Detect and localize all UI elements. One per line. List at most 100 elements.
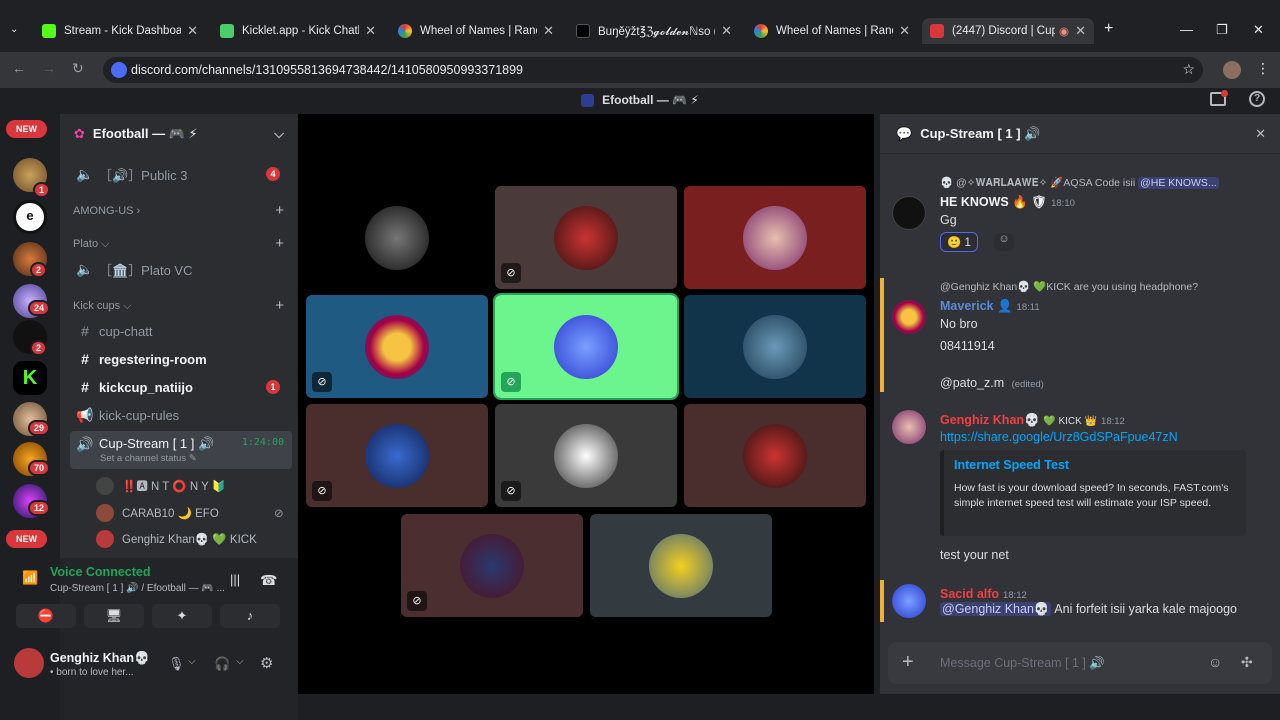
reload-icon[interactable]: ↻ bbox=[72, 60, 84, 77]
browser-tab-wheel-2[interactable]: Wheel of Names | Random✕ bbox=[746, 18, 918, 44]
participant-tile[interactable]: ⊘ bbox=[306, 295, 488, 398]
close-tab-icon[interactable]: ✕ bbox=[721, 23, 732, 39]
category-kick-cups[interactable]: Kick cups ⌵ bbox=[73, 300, 131, 313]
channel-cup-chatt[interactable]: # cup-chatt bbox=[70, 318, 292, 344]
reply-preview[interactable]: 💀 @✧𝐖𝐀𝐑𝐋𝐀𝐀𝐖𝐄✧ 🚀AQSA Code isii @HE KNOWS.… bbox=[940, 176, 1219, 190]
message[interactable]: Genghiz Khan💀 💚 KICK 👑 18:12 https://shar… bbox=[880, 410, 1280, 570]
participant-tile-speaking[interactable]: ⊘ bbox=[493, 293, 679, 400]
message-author[interactable]: HE KNOWS 🔥 🛡 bbox=[940, 195, 1047, 209]
emoji-icon[interactable]: ☺ bbox=[1208, 654, 1222, 670]
close-tab-icon[interactable]: ✕ bbox=[1075, 23, 1086, 39]
message-mention[interactable]: @Genghiz Khan💀 💚KICK are you using headp… bbox=[880, 278, 1280, 392]
message-input[interactable] bbox=[940, 653, 1200, 673]
server-header[interactable]: ✿ Efootball — 🎮 ⚡ ⌵ bbox=[60, 114, 298, 154]
add-reaction-icon[interactable]: ☺ bbox=[994, 233, 1014, 251]
close-tab-icon[interactable]: ✕ bbox=[543, 23, 554, 39]
browser-menu-icon[interactable]: ⋮ bbox=[1256, 60, 1270, 77]
participant-tile[interactable] bbox=[684, 404, 866, 507]
voice-channel-path[interactable]: Cup-Stream [ 1 ] 🔊 / Efootball — 🎮 ... bbox=[50, 583, 225, 594]
new-unreads-pill[interactable]: NEW bbox=[6, 530, 47, 548]
participant-tile[interactable]: ⊘ bbox=[306, 404, 488, 507]
participant-tile[interactable]: ⊘ bbox=[495, 186, 677, 289]
current-user-name[interactable]: Genghiz Khan💀 bbox=[50, 651, 150, 666]
close-tab-icon[interactable]: ✕ bbox=[187, 23, 198, 39]
close-tab-icon[interactable]: ✕ bbox=[899, 23, 910, 39]
chevron-down-icon[interactable]: ⌵ bbox=[188, 656, 196, 667]
category-among-us[interactable]: AMONG-US › bbox=[73, 205, 140, 217]
participant-tile[interactable] bbox=[306, 186, 488, 289]
maximize-button[interactable]: ❐ bbox=[1216, 22, 1228, 38]
voice-user[interactable]: CARAB10 🌙 EFO ⊘ bbox=[96, 504, 284, 522]
embed-title[interactable]: Internet Speed Test bbox=[954, 458, 1236, 472]
tab-search-icon[interactable]: ⌄ bbox=[10, 24, 18, 35]
voice-user[interactable]: Genghiz Khan💀 💚 KICK bbox=[96, 530, 257, 548]
apps-icon[interactable]: ✣ bbox=[1241, 654, 1253, 671]
avatar[interactable] bbox=[892, 196, 926, 230]
help-icon[interactable]: ? bbox=[1249, 91, 1265, 107]
category-plato[interactable]: Plato ⌵ bbox=[73, 238, 109, 251]
participant-tile[interactable]: ⊘ bbox=[401, 514, 583, 617]
profile-avatar[interactable] bbox=[1223, 61, 1241, 79]
user-mention[interactable]: @HE KNOWS... bbox=[1138, 177, 1219, 189]
close-tab-icon[interactable]: ✕ bbox=[365, 23, 376, 39]
participant-tile[interactable] bbox=[684, 295, 866, 398]
set-channel-status[interactable]: Set a channel status ✎ bbox=[100, 453, 197, 464]
close-chat-icon[interactable]: ✕ bbox=[1255, 126, 1266, 142]
minimize-button[interactable]: — bbox=[1180, 22, 1193, 37]
site-info-icon[interactable] bbox=[111, 62, 127, 78]
new-tab-button[interactable]: + bbox=[1104, 20, 1113, 38]
add-channel-icon[interactable]: + bbox=[275, 202, 284, 219]
chevron-down-icon[interactable]: ⌵ bbox=[236, 656, 244, 667]
channel-kick-cup-rules[interactable]: 📢 kick-cup-rules bbox=[70, 402, 292, 428]
reaction[interactable]: 🙂 1 bbox=[940, 232, 978, 252]
close-window-button[interactable]: ✕ bbox=[1253, 22, 1264, 38]
screen-share-button[interactable]: 🖥 bbox=[84, 604, 144, 628]
attach-plus-icon[interactable]: + bbox=[902, 651, 914, 674]
channel-public-3[interactable]: 🔈 ［🔊］Public 3 4 bbox=[70, 161, 292, 187]
gear-icon[interactable]: ⚙ bbox=[260, 654, 273, 672]
message-author[interactable]: Sacid alfo bbox=[940, 587, 999, 601]
browser-tab-discord[interactable]: (2447) Discord | Cup-S◉✕ bbox=[922, 18, 1094, 44]
message-author[interactable]: Genghiz Khan💀 bbox=[940, 413, 1040, 427]
reply-preview[interactable]: @Genghiz Khan💀 💚KICK are you using headp… bbox=[940, 280, 1198, 293]
bookmark-star-icon[interactable]: ☆ bbox=[1182, 61, 1195, 78]
participant-tile[interactable]: ⊘ bbox=[495, 404, 677, 507]
user-mention[interactable]: @Genghiz Khan💀 bbox=[940, 602, 1052, 616]
participant-tile[interactable] bbox=[684, 186, 866, 289]
kick-server-icon[interactable]: K bbox=[13, 361, 47, 395]
inbox-icon[interactable] bbox=[1210, 90, 1228, 106]
user-avatar[interactable] bbox=[14, 648, 44, 678]
channel-regestering-room[interactable]: # regestering-room bbox=[70, 346, 292, 372]
message-author[interactable]: Maverick 👤 bbox=[940, 299, 1013, 313]
browser-tab-tiktok[interactable]: Buŋĕÿžt℥ℨ𝓰𝓸𝓵𝓭𝓮𝓷ℕso (@bu✕ bbox=[568, 18, 740, 44]
address-bar[interactable]: discord.com/channels/1310955813694738442… bbox=[103, 57, 1203, 83]
efootball-server-icon[interactable]: e bbox=[13, 200, 47, 234]
message[interactable]: 💀 @✧𝐖𝐀𝐑𝐋𝐀𝐀𝐖𝐄✧ 🚀AQSA Code isii @HE KNOWS.… bbox=[880, 174, 1280, 264]
browser-tab-kick-dashboard[interactable]: Stream - Kick Dashboard ✕ bbox=[34, 18, 206, 44]
avatar[interactable] bbox=[892, 410, 926, 444]
participant-tile[interactable] bbox=[590, 514, 772, 617]
new-unreads-pill[interactable]: NEW bbox=[6, 120, 47, 138]
voice-connected-label[interactable]: Voice Connected bbox=[50, 565, 150, 579]
headphones-icon[interactable]: 🎧 bbox=[214, 656, 230, 672]
browser-tab-kicklet[interactable]: Kicklet.app - Kick Chatbot✕ bbox=[212, 18, 384, 44]
soundboard-button[interactable]: ♪ bbox=[220, 604, 280, 628]
add-channel-icon[interactable]: + bbox=[275, 297, 284, 314]
chevron-down-icon[interactable]: ⌵ bbox=[274, 126, 284, 142]
forward-arrow-icon[interactable]: → bbox=[42, 60, 56, 76]
channel-kickcup-natiijo[interactable]: # kickcup_natiijo 1 bbox=[70, 374, 292, 400]
signal-icon[interactable]: 📶 bbox=[22, 570, 38, 586]
avatar[interactable] bbox=[892, 584, 926, 618]
back-arrow-icon[interactable]: ← bbox=[12, 60, 26, 76]
disconnect-icon[interactable]: ☎ bbox=[260, 572, 277, 589]
avatar[interactable] bbox=[892, 300, 926, 334]
add-channel-icon[interactable]: + bbox=[275, 235, 284, 252]
microphone-icon[interactable]: 🎙 bbox=[168, 656, 185, 672]
channel-plato-vc[interactable]: 🔈 ［🏛️］Plato VC bbox=[70, 256, 292, 282]
voice-user[interactable]: ‼️🅰 N T ⭕ N Y 🔰 bbox=[96, 477, 226, 495]
toggle-camera-button[interactable]: ⛔ bbox=[16, 604, 76, 628]
activities-button[interactable]: ✦ bbox=[152, 604, 212, 628]
channel-cup-stream[interactable]: 🔊 Cup-Stream [ 1 ] 🔊 1:24:00 Set a channel … bbox=[70, 431, 292, 469]
browser-tab-wheel-1[interactable]: Wheel of Names | Random✕ bbox=[390, 18, 562, 44]
message-link[interactable]: https://share.google/Urz8GdSPaFpue47zN bbox=[940, 430, 1178, 444]
